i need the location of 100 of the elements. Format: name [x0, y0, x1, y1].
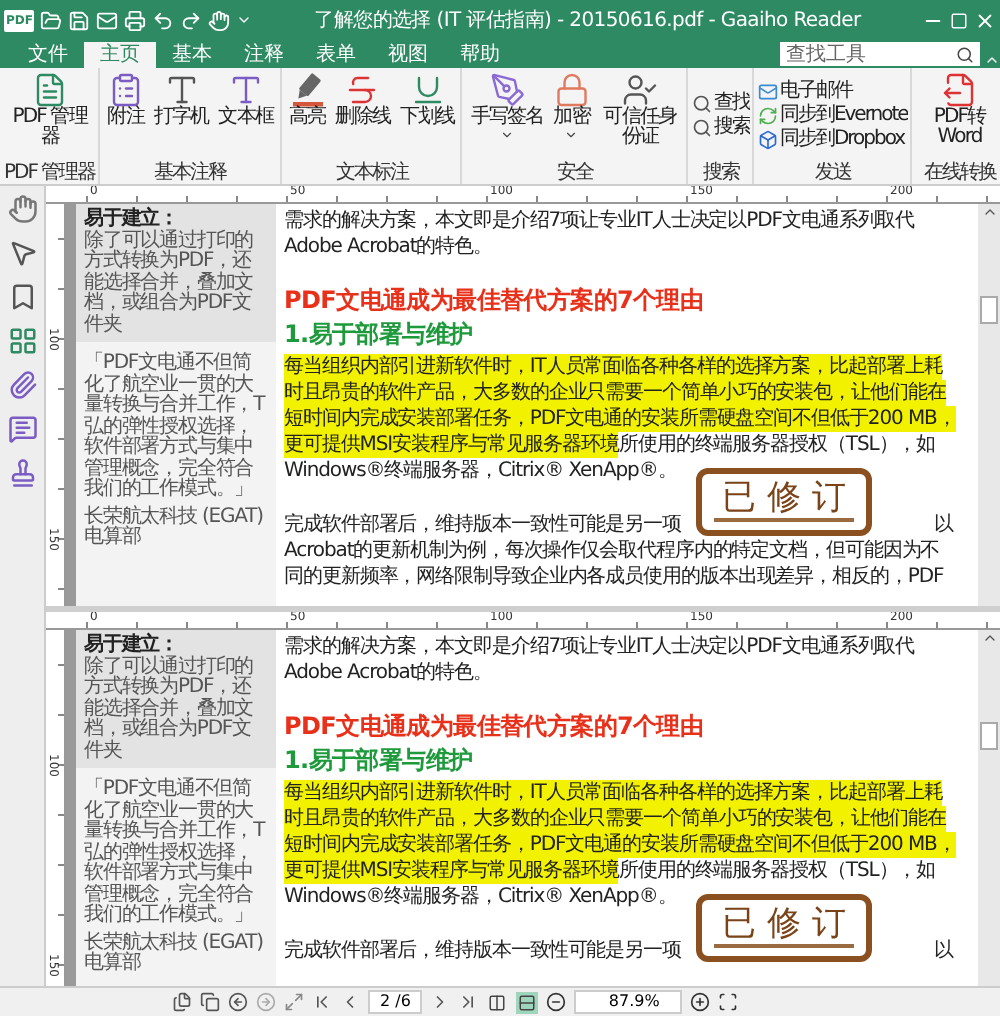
ribbon-button[interactable]: PDF转Word: [915, 68, 1000, 162]
search-icon: [691, 93, 712, 113]
user-check-icon: [621, 72, 658, 108]
back-icon[interactable]: [228, 992, 248, 1012]
body-text: 同的更新频率，网络限制导致企业内各成员使用的版本出现差异，相反的，PDF: [284, 564, 944, 590]
body-text: 短时间内完成安装部署任务，PDF文电通的安装所需硬盘空间不但低于200 MB，: [284, 406, 956, 432]
quote-credit: 电算部: [84, 528, 143, 549]
caret-icon: [500, 128, 515, 142]
body-text: 时且昂贵的软件产品，大多数的企业只需要一个简单小巧的安装包，让他们能在: [284, 380, 946, 406]
scroll-thumb[interactable]: [980, 296, 998, 324]
group-label: 搜索: [700, 162, 742, 184]
strikethrough-icon: [344, 72, 381, 108]
quote-credit: 长荣航太科技 (EGAT): [84, 933, 265, 953]
paperclip-icon[interactable]: [7, 370, 37, 400]
last-page-icon[interactable]: [458, 992, 479, 1012]
bookmark-icon[interactable]: [7, 282, 37, 312]
scroll-thumb[interactable]: [980, 722, 998, 750]
ribbon-button[interactable]: 电子邮件: [757, 80, 852, 102]
ribbon-button[interactable]: 附注: [103, 68, 148, 162]
ribbon-tab[interactable]: 文件: [12, 42, 84, 68]
scroll-up-icon[interactable]: [981, 204, 997, 220]
ribbon-tab[interactable]: 注释: [228, 42, 300, 68]
ribbon-tab[interactable]: 视图: [372, 42, 444, 68]
pages-icon[interactable]: [172, 992, 192, 1012]
ribbon-button[interactable]: PDF 管理器: [5, 68, 94, 162]
save-icon[interactable]: [68, 9, 91, 31]
body-text: 短时间内完成安装部署任务，PDF文电通的安装所需硬盘空间不但低于200 MB，: [284, 832, 956, 858]
collapse-icon[interactable]: [984, 52, 1000, 68]
ribbon-button[interactable]: 可信任身份证: [595, 68, 684, 162]
hand-icon[interactable]: [7, 194, 37, 224]
fit-icon[interactable]: [717, 992, 738, 1012]
group-label: PDF 管理器: [4, 162, 96, 184]
search-field[interactable]: 查找工具: [780, 42, 980, 66]
subheading: 1.易于部署与维护: [284, 744, 473, 776]
thumbnails-icon[interactable]: [7, 326, 37, 356]
ribbon-button[interactable]: 同步到Evernote: [757, 104, 908, 126]
ribbon-button[interactable]: 手写签名: [466, 68, 548, 162]
sync-icon: [757, 105, 778, 125]
heading: PDF文电通成为最佳替代方案的7个理由: [284, 284, 704, 316]
ribbon-button[interactable]: 删除线: [331, 68, 395, 162]
ribbon-button[interactable]: 高亮: [285, 68, 330, 162]
comment-icon[interactable]: [7, 414, 37, 444]
scrollbar[interactable]: [978, 630, 1000, 986]
body-text: 完成软件部署后，维持版本一致性可能是另一项: [284, 938, 681, 964]
ribbon-tab[interactable]: 基本: [156, 42, 228, 68]
ribbon-button[interactable]: 搜索: [691, 116, 750, 138]
zoom-in-icon[interactable]: [689, 992, 710, 1012]
pointer-icon[interactable]: [7, 238, 37, 268]
ribbon-button[interactable]: 查找: [691, 92, 750, 114]
zoom-field[interactable]: 87.9%: [574, 990, 682, 1014]
close-icon[interactable]: [974, 9, 996, 31]
ribbon-button[interactable]: 打字机: [149, 68, 213, 162]
caret-icon: [564, 128, 579, 142]
layout-button[interactable]: [486, 991, 509, 1013]
box-icon: [757, 129, 778, 149]
caret-icon[interactable]: [236, 12, 253, 28]
stamp-icon[interactable]: [7, 458, 37, 488]
lock-icon: [553, 72, 590, 108]
ribbon-button[interactable]: 加密: [549, 68, 594, 162]
zoom-out-icon[interactable]: [546, 992, 567, 1012]
redo-icon[interactable]: [180, 9, 203, 31]
ribbon-button[interactable]: 文本框: [214, 68, 277, 162]
sidebar-text: 除了可以通过打印的方式转换为PDF，还能选择合并，叠加文档，或组合为PDF文件夹: [84, 231, 256, 336]
body-text: Adobe Acrobat的特色。: [284, 234, 493, 260]
hand-icon[interactable]: [208, 9, 231, 31]
undo-icon[interactable]: [152, 9, 175, 31]
body-text: 时且昂贵的软件产品，大多数的企业只需要一个简单小巧的安装包，让他们能在: [284, 806, 946, 832]
group-label: 发送: [812, 162, 854, 184]
print-icon[interactable]: [124, 9, 147, 31]
body-text: 需求的解决方案，本文即是介绍7项让专业IT人士决定以PDF文电通系列取代: [284, 634, 915, 660]
revision-stamp: 已 修 订: [696, 894, 872, 962]
ribbon-button[interactable]: 同步到Dropbox: [757, 128, 905, 150]
folder-icon[interactable]: [40, 9, 63, 31]
page-layout-icon: [518, 993, 537, 1011]
sidebar-title: 易于建立：: [84, 636, 179, 656]
maximize-icon[interactable]: [950, 11, 968, 29]
pen-icon: [489, 72, 526, 108]
pages-icon[interactable]: [200, 992, 220, 1012]
layout-button[interactable]: [516, 991, 539, 1013]
quote-credit: 电算部: [84, 954, 143, 975]
scroll-up-icon[interactable]: [981, 630, 997, 646]
ribbon-tab[interactable]: 表单: [300, 42, 372, 68]
body-text: 以: [934, 938, 954, 964]
quote-text: 「PDF文电通不但简化了航空业一贯的大量转换与合并工作，T弘的弹性授权选择，软件部署方式与集中管理概念，完全符合我们的工作模式。」: [84, 780, 268, 927]
search-icon[interactable]: [956, 45, 974, 63]
scrollbar[interactable]: [978, 204, 1000, 606]
mail-icon: [757, 81, 778, 101]
body-text: Adobe Acrobat的特色。: [284, 660, 493, 686]
marker-icon: [289, 72, 326, 108]
subheading: 1.易于部署与维护: [284, 318, 473, 350]
body-text: 以: [934, 512, 954, 538]
ribbon-tab[interactable]: 主页: [84, 42, 156, 68]
ribbon-button[interactable]: 下划线: [396, 68, 459, 162]
underline-icon: [409, 72, 446, 108]
page-field[interactable]: 2 /6: [368, 990, 423, 1014]
revision-stamp: 已 修 订: [696, 468, 872, 536]
mail-icon[interactable]: [96, 9, 119, 31]
group-label: 文本标注: [333, 162, 411, 184]
ribbon-tab[interactable]: 帮助: [444, 42, 516, 68]
first-page-icon[interactable]: [312, 992, 332, 1012]
